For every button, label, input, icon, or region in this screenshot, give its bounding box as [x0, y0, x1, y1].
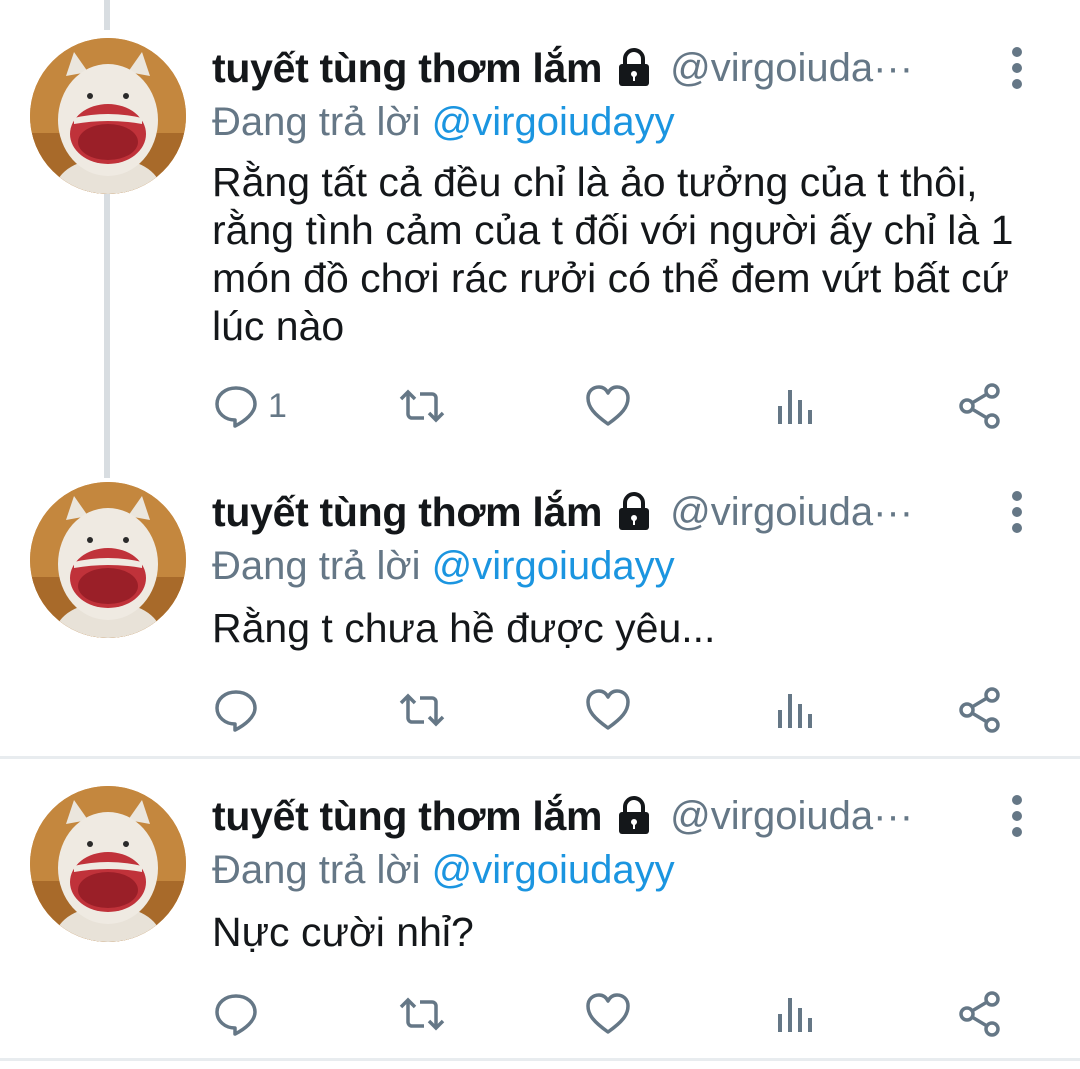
tweet-text: Nực cười nhỉ? [212, 909, 474, 955]
display-name[interactable]: tuyết tùng thơm lắm [212, 793, 602, 840]
lock-icon [612, 490, 656, 534]
user-handle[interactable]: @virgoiuda··· [670, 490, 913, 535]
retweet-icon [399, 389, 445, 423]
reply-context: Đang trả lời @virgoiudayy [212, 544, 675, 589]
more-options-icon[interactable] [1000, 46, 1034, 90]
reply-context: Đang trả lời @virgoiudayy [212, 848, 675, 893]
tweet-divider [0, 756, 1080, 759]
reply-button[interactable] [212, 682, 260, 738]
avatar[interactable] [30, 786, 186, 942]
more-options-icon[interactable] [1000, 490, 1034, 534]
like-icon [586, 993, 630, 1034]
like-button[interactable] [584, 378, 632, 434]
share-button[interactable] [956, 682, 1004, 738]
reply-icon [215, 994, 257, 1036]
retweet-button[interactable] [398, 986, 446, 1042]
lock-icon [612, 46, 656, 90]
tweet-divider [0, 1058, 1080, 1061]
display-name[interactable]: tuyết tùng thơm lắm [212, 489, 602, 536]
like-icon [586, 689, 630, 730]
display-name[interactable]: tuyết tùng thơm lắm [212, 45, 602, 92]
retweet-icon [399, 693, 445, 727]
reply-prefix: Đang trả lời [212, 544, 432, 588]
analytics-icon [778, 998, 812, 1032]
share-icon [959, 383, 1000, 429]
user-handle[interactable]: @virgoiuda··· [670, 46, 913, 91]
share-icon [959, 687, 1000, 733]
share-button[interactable] [956, 378, 1004, 434]
reply-context: Đang trả lời @virgoiudayy [212, 100, 675, 145]
like-button[interactable] [584, 682, 632, 738]
action-bar [0, 682, 1080, 742]
lock-icon [612, 794, 656, 838]
tweet[interactable]: tuyết tùng thơm lắm @virgoiuda··· Đang t… [0, 786, 1080, 1056]
tweet[interactable]: tuyết tùng thơm lắm @virgoiuda··· Đang t… [0, 38, 1080, 438]
action-bar [0, 986, 1080, 1046]
share-icon [959, 991, 1000, 1037]
reply-count: 1 [268, 386, 287, 425]
analytics-button[interactable] [770, 682, 818, 738]
more-options-icon[interactable] [1000, 794, 1034, 838]
like-button[interactable] [584, 986, 632, 1042]
retweet-icon [399, 997, 445, 1031]
avatar[interactable] [30, 482, 186, 638]
retweet-button[interactable] [398, 378, 446, 434]
share-button[interactable] [956, 986, 1004, 1042]
thread-line-top [104, 0, 110, 30]
reply-button[interactable] [212, 986, 260, 1042]
tweet[interactable]: tuyết tùng thơm lắm @virgoiuda··· Đang t… [0, 482, 1080, 752]
reply-prefix: Đang trả lời [212, 848, 432, 892]
reply-prefix: Đang trả lời [212, 100, 432, 144]
user-handle[interactable]: @virgoiuda··· [670, 794, 913, 839]
avatar[interactable] [30, 38, 186, 194]
retweet-button[interactable] [398, 682, 446, 738]
reply-icon [215, 386, 257, 428]
reply-mention-link[interactable]: @virgoiudayy [432, 848, 675, 892]
analytics-icon [778, 694, 812, 728]
tweet-text: Rằng t chưa hề được yêu... [212, 605, 716, 651]
reply-icon [215, 690, 257, 732]
like-icon [586, 385, 630, 426]
tweet-text: Rằng tất cả đều chỉ là ảo tưởng của t th… [212, 159, 1014, 349]
reply-mention-link[interactable]: @virgoiudayy [432, 544, 675, 588]
analytics-icon [778, 390, 812, 424]
reply-mention-link[interactable]: @virgoiudayy [432, 100, 675, 144]
analytics-button[interactable] [770, 986, 818, 1042]
analytics-button[interactable] [770, 378, 818, 434]
action-bar: 1 [0, 378, 1080, 438]
reply-button[interactable]: 1 [212, 378, 287, 434]
